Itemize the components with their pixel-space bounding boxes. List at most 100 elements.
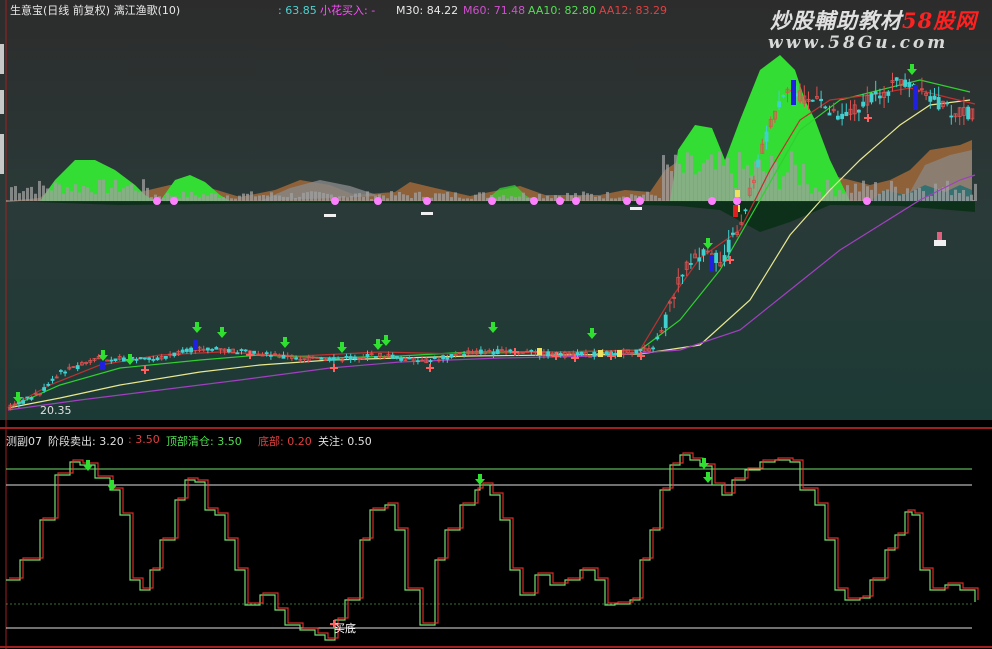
candle-body — [722, 255, 727, 262]
volume-bar — [794, 164, 797, 201]
white-bar-marker — [630, 207, 642, 210]
pink-signal-dot — [374, 197, 382, 205]
left-scroll-mark[interactable] — [0, 90, 4, 114]
candle-body — [205, 347, 210, 351]
volume-bar — [98, 179, 101, 201]
candle-body — [319, 357, 324, 360]
candle-body — [873, 91, 878, 95]
volume-bar — [970, 194, 973, 201]
volume-bar — [602, 198, 605, 201]
candle-body — [29, 397, 34, 400]
candle-body — [907, 82, 912, 88]
highlight-candle-yellow — [735, 190, 740, 197]
candle-body — [894, 77, 899, 81]
volume-bar — [146, 187, 149, 201]
pink-signal-dot — [170, 197, 178, 205]
candle-body — [878, 95, 882, 99]
pink-signal-dot — [556, 197, 564, 205]
volume-bar — [918, 187, 921, 201]
volume-bar — [814, 187, 817, 201]
white-bar-marker — [421, 212, 433, 215]
volume-bar — [598, 196, 601, 201]
signal-readout: 小花买入: - — [320, 4, 376, 17]
volume-bar — [390, 191, 393, 201]
left-scroll-mark[interactable] — [0, 44, 4, 74]
candle-body — [836, 115, 840, 120]
highlight-candle-yellow — [617, 350, 622, 357]
volume-bar — [826, 179, 829, 201]
candle-body — [390, 354, 395, 359]
volume-bar — [282, 196, 285, 201]
candle-body — [122, 357, 126, 362]
volume-bar — [910, 192, 913, 201]
volume-bar — [850, 192, 853, 201]
volume-bar — [950, 195, 953, 201]
pink-signal-dot — [153, 197, 161, 205]
candle-body — [239, 349, 244, 351]
candle-body — [432, 357, 437, 360]
volume-bar — [370, 198, 373, 201]
volume-bar — [226, 195, 229, 201]
candle-body — [163, 355, 168, 359]
volume-bar — [114, 179, 117, 201]
volume-bar — [682, 172, 685, 201]
candle-body — [109, 359, 114, 362]
candle-body — [840, 113, 844, 119]
volume-bar — [782, 176, 785, 201]
volume-bar — [130, 184, 133, 201]
candle-body — [945, 102, 949, 105]
highlight-candle-blue — [100, 362, 105, 370]
candle-body — [348, 356, 353, 360]
volume-bar — [662, 155, 665, 201]
candle-body — [819, 98, 823, 102]
volume-bar — [914, 189, 917, 201]
volume-bar — [222, 197, 225, 201]
candle-body — [810, 99, 815, 102]
white-bar-marker — [324, 214, 336, 217]
volume-bar — [266, 195, 269, 201]
volume-bar — [134, 190, 137, 201]
candle-body — [226, 349, 231, 353]
candle-body — [155, 357, 160, 361]
pink-signal-dot — [488, 197, 496, 205]
volume-bar — [818, 191, 821, 201]
volume-bar — [654, 195, 657, 201]
candle-body — [394, 355, 399, 359]
volume-bar — [34, 193, 37, 201]
candle-body — [352, 356, 357, 359]
volume-bar — [14, 186, 17, 201]
candle-body — [134, 358, 139, 361]
candle-body — [781, 95, 786, 97]
volume-bar — [474, 194, 477, 201]
volume-bar — [618, 197, 621, 201]
volume-bar — [798, 184, 801, 201]
volume-bar — [210, 192, 213, 201]
volume-bar — [702, 162, 705, 201]
volume-bar — [778, 188, 781, 201]
volume-bar — [242, 193, 245, 201]
candle-body — [172, 352, 177, 357]
volume-bar — [722, 165, 725, 201]
stock-chart-window: { "header": { "indicator_name": "生意宝(日线 … — [0, 0, 992, 649]
volume-bar — [202, 194, 205, 201]
candle-body — [903, 79, 907, 87]
pink-signal-dot — [733, 197, 741, 205]
candle-body — [415, 360, 420, 363]
left-scroll-mark[interactable] — [0, 134, 4, 174]
candle-body — [575, 352, 580, 356]
candle-body — [138, 357, 143, 360]
volume-bar — [298, 196, 301, 201]
candle-body — [449, 354, 454, 358]
volume-bar — [138, 192, 141, 201]
candle-body — [861, 101, 865, 107]
pink-bar-marker — [937, 232, 942, 240]
volume-bar — [550, 198, 553, 201]
candle-body — [113, 358, 118, 362]
volume-bar — [10, 187, 13, 201]
volume-bar — [954, 189, 957, 201]
watermark-url: www.58Gu.com — [768, 33, 949, 53]
volume-bar — [894, 186, 897, 201]
chart-canvas — [0, 0, 992, 649]
candle-body — [399, 357, 404, 361]
watermark-title: 炒股輔助教材58股网 — [770, 8, 978, 33]
